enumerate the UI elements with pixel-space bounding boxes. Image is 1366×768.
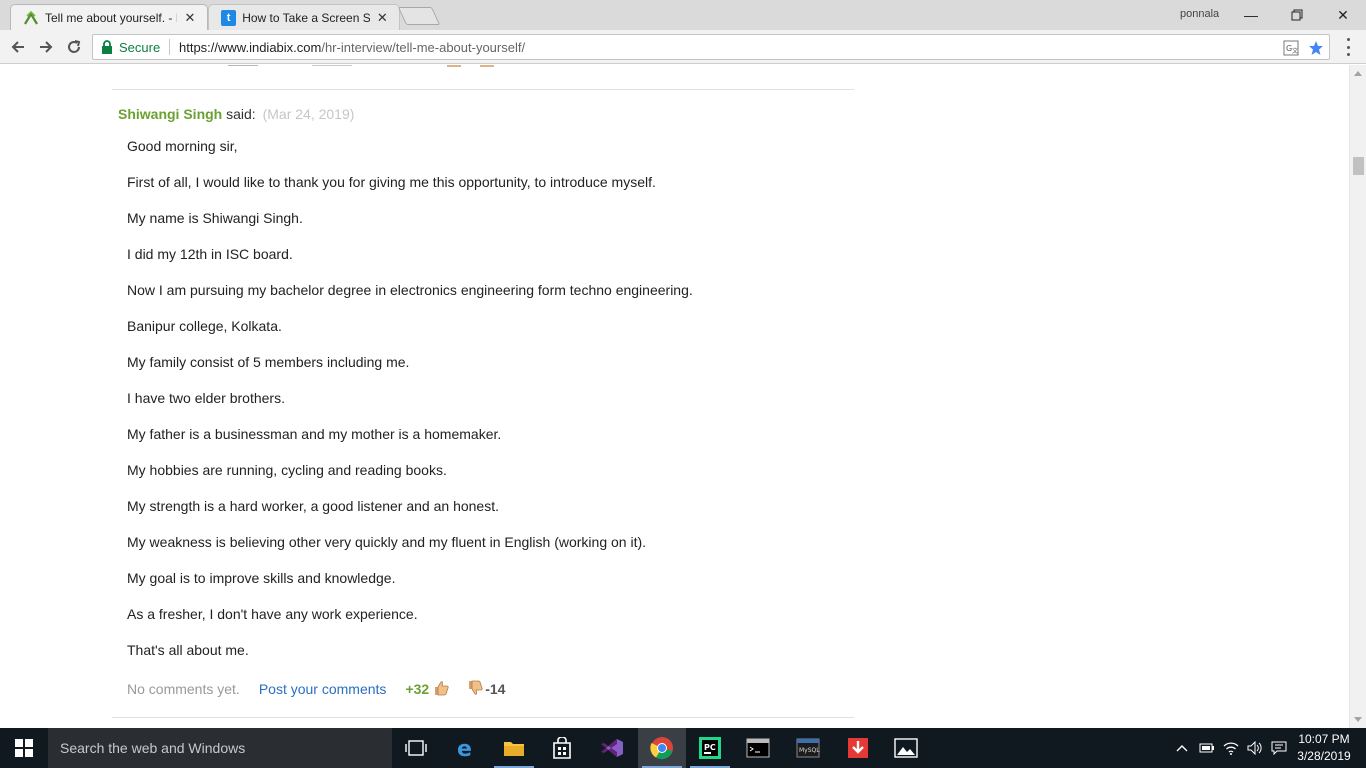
comment-paragraph: Banipur college, Kolkata. <box>127 318 282 334</box>
comment-divider-top <box>112 89 854 90</box>
svg-text:文: 文 <box>1292 47 1298 55</box>
t-favicon-icon: t <box>221 9 237 26</box>
comment-paragraph: First of all, I would like to thank you … <box>127 174 656 190</box>
secure-label: Secure <box>119 40 161 55</box>
new-tab-button[interactable] <box>397 7 441 25</box>
scrollbar-thumb[interactable] <box>1353 157 1364 175</box>
windows-taskbar: Search the web and Windows e PC MySQL 10… <box>0 728 1366 768</box>
browser-menu-icon[interactable] <box>1340 38 1356 56</box>
profile-name[interactable]: ponnala <box>1180 8 1219 20</box>
mysql-icon[interactable]: MySQL <box>784 728 832 768</box>
restore-icon[interactable] <box>1274 0 1320 30</box>
windows-start-icon[interactable] <box>0 728 48 768</box>
comment-paragraph: My strength is a hard worker, a good lis… <box>127 498 499 514</box>
store-icon[interactable] <box>538 728 586 768</box>
comment-paragraph: Good morning sir, <box>127 138 238 154</box>
back-arrow-icon[interactable] <box>6 35 30 59</box>
scroll-down-icon[interactable] <box>1354 717 1362 722</box>
comment-paragraph: My hobbies are running, cycling and read… <box>127 462 447 478</box>
url-text[interactable]: https://www.indiabix.com/hr-interview/te… <box>179 40 525 55</box>
comment-footer: No comments yet. Post your comments +32 … <box>127 680 505 698</box>
tab-title: Tell me about yourself. - I <box>45 10 177 25</box>
divider <box>169 39 170 55</box>
close-window-icon[interactable]: ✕ <box>1320 0 1366 30</box>
address-bar[interactable]: Secure https://www.indiabix.com/hr-inter… <box>92 34 1330 60</box>
taskbar-search[interactable]: Search the web and Windows <box>48 728 392 768</box>
battery-icon[interactable] <box>1196 728 1218 768</box>
file-explorer-icon[interactable] <box>490 728 538 768</box>
comment-paragraph: I have two elder brothers. <box>127 390 285 406</box>
scroll-up-icon[interactable] <box>1354 71 1362 76</box>
comment-paragraph: As a fresher, I don't have any work expe… <box>127 606 418 622</box>
svg-text:e: e <box>457 737 472 759</box>
volume-icon[interactable] <box>1244 728 1266 768</box>
tab-strip: Tell me about yourself. - I ✕ t How to T… <box>0 0 1366 30</box>
terminal-icon[interactable] <box>734 728 782 768</box>
page-content: Shiwangi Singh said: (Mar 24, 2019) Good… <box>0 65 1349 728</box>
show-hidden-icons-icon[interactable] <box>1172 728 1192 768</box>
forward-arrow-icon[interactable] <box>34 35 58 59</box>
photos-icon[interactable] <box>882 728 930 768</box>
comment-paragraph: Now I am pursuing my bachelor degree in … <box>127 282 693 298</box>
downvote-count: -14 <box>485 681 506 697</box>
thumbs-up-icon[interactable] <box>433 680 449 699</box>
indiabix-favicon-icon <box>23 10 39 26</box>
minimize-icon[interactable]: — <box>1228 0 1274 30</box>
close-tab-icon[interactable]: ✕ <box>376 10 389 26</box>
close-tab-icon[interactable]: ✕ <box>183 10 197 26</box>
download-icon[interactable] <box>834 728 882 768</box>
wifi-icon[interactable] <box>1220 728 1242 768</box>
pycharm-icon[interactable]: PC <box>686 728 734 768</box>
comment-paragraph: My weakness is believing other very quic… <box>127 534 647 550</box>
comment-date: (Mar 24, 2019) <box>262 106 355 122</box>
comment-author[interactable]: Shiwangi Singh <box>118 106 222 122</box>
thumbs-down-icon[interactable] <box>467 680 483 699</box>
tab-how-to-take-screenshot[interactable]: t How to Take a Screen Sho ✕ <box>208 4 400 30</box>
upvote-count: +32 <box>405 681 430 697</box>
comment-paragraph: My goal is to improve skills and knowled… <box>127 570 396 586</box>
tab-tell-me-about-yourself[interactable]: Tell me about yourself. - I ✕ <box>10 4 208 30</box>
post-comments-link[interactable]: Post your comments <box>259 681 387 697</box>
bookmark-star-icon[interactable] <box>1307 39 1325 57</box>
lock-icon[interactable] <box>101 40 113 59</box>
translate-icon[interactable]: G文 <box>1282 39 1300 57</box>
clock-date: 3/28/2019 <box>1297 749 1351 763</box>
clock-time: 10:07 PM <box>1298 732 1350 746</box>
comment-paragraph: My family consist of 5 members including… <box>127 354 410 370</box>
said-label: said: <box>226 106 256 122</box>
comment-paragraph: I did my 12th in ISC board. <box>127 246 293 262</box>
comment-paragraph: My father is a businessman and my mother… <box>127 426 502 442</box>
browser-toolbar: Secure https://www.indiabix.com/hr-inter… <box>0 30 1366 64</box>
taskbar-clock[interactable]: 10:07 PM 3/28/2019 <box>1290 731 1358 765</box>
comment-divider-bottom <box>112 717 854 718</box>
no-comments-text: No comments yet. <box>127 681 240 697</box>
chrome-icon[interactable] <box>638 728 686 768</box>
reload-icon[interactable] <box>62 35 86 59</box>
svg-text:PC: PC <box>704 743 716 752</box>
url-path: /hr-interview/tell-me-about-yourself/ <box>321 40 526 55</box>
comment-paragraph: That's all about me. <box>127 642 249 658</box>
previous-comment-remnant <box>112 65 854 69</box>
action-center-icon[interactable] <box>1268 728 1290 768</box>
comment-paragraph: My name is Shiwangi Singh. <box>127 210 303 226</box>
taskbar-search-placeholder: Search the web and Windows <box>60 740 246 756</box>
comment-header: Shiwangi Singh said: (Mar 24, 2019) <box>118 106 354 122</box>
edge-icon[interactable]: e <box>442 728 490 768</box>
svg-text:MySQL: MySQL <box>799 747 820 754</box>
task-view-icon[interactable] <box>392 728 440 768</box>
page-scrollbar[interactable] <box>1349 65 1366 728</box>
visual-studio-icon[interactable] <box>588 728 636 768</box>
tab-title: How to Take a Screen Sho <box>242 10 370 25</box>
url-domain: https://www.indiabix.com <box>179 40 322 55</box>
